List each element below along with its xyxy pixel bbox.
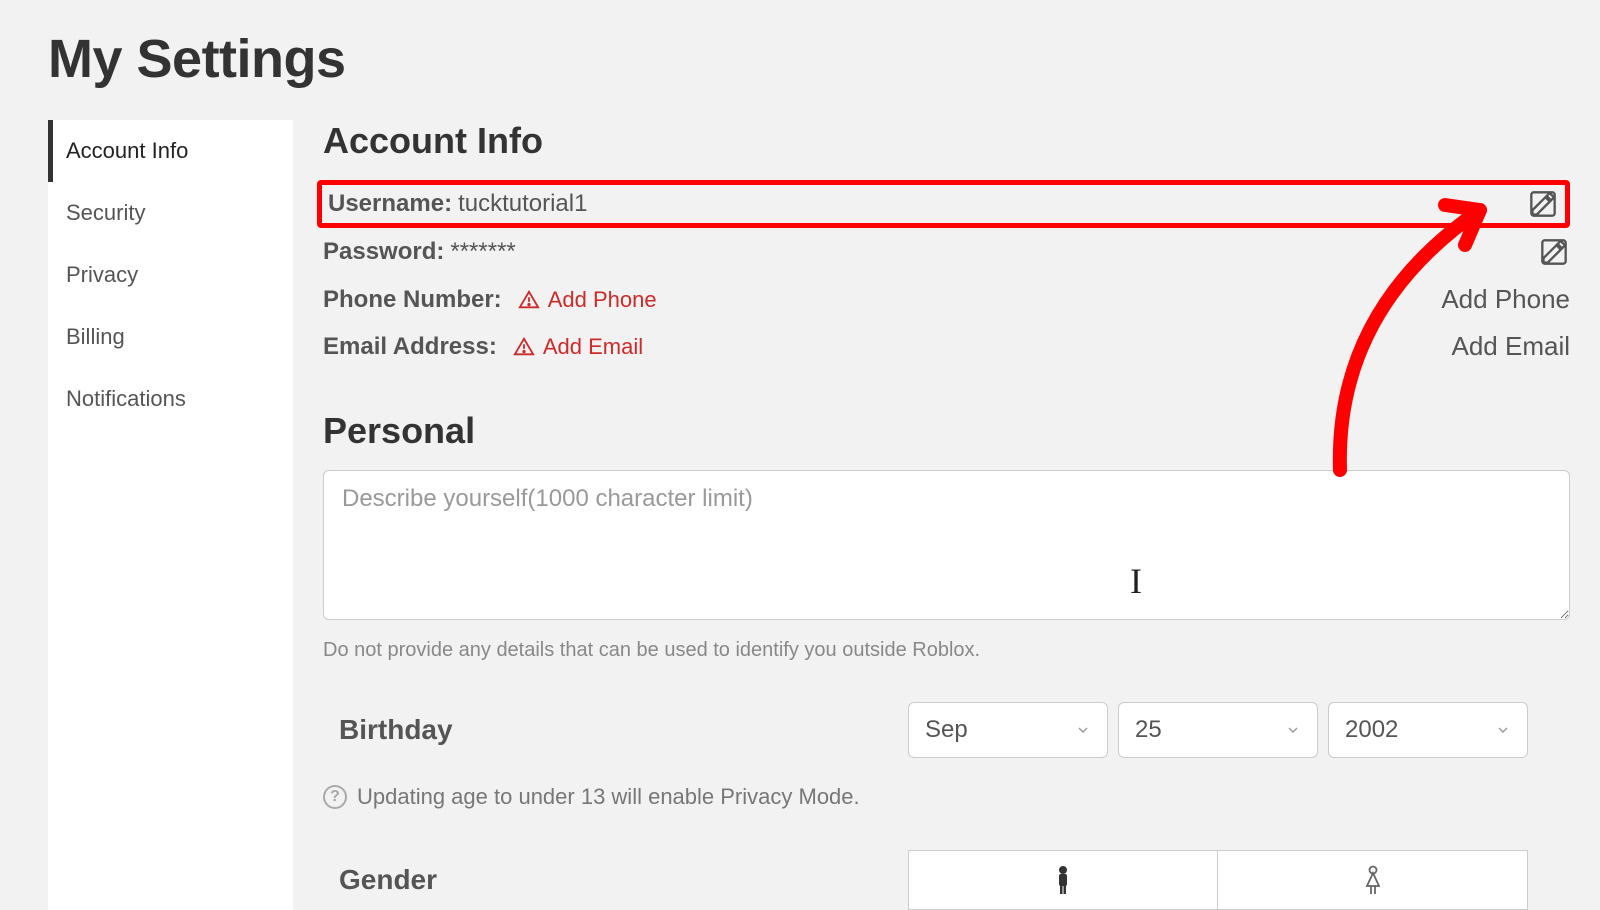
email-label: Email Address:: [323, 333, 497, 361]
birthday-label: Birthday: [323, 714, 908, 746]
birthday-day-value: 25: [1135, 716, 1162, 744]
chevron-down-icon: [1075, 722, 1091, 738]
age-hint-text: Updating age to under 13 will enable Pri…: [357, 784, 860, 810]
edit-username-button[interactable]: [1527, 188, 1559, 220]
phone-row: Phone Number: Add Phone Add Phone: [323, 276, 1570, 323]
help-icon[interactable]: ?: [323, 785, 347, 809]
warning-icon: [518, 289, 540, 311]
settings-sidebar: Account Info Security Privacy Billing No…: [48, 120, 293, 910]
gender-female-button[interactable]: [1218, 850, 1528, 910]
password-label: Password:: [323, 238, 444, 266]
edit-password-button[interactable]: [1538, 236, 1570, 268]
account-info-heading: Account Info: [323, 120, 1570, 162]
username-label: Username:: [328, 190, 452, 218]
add-phone-inline-link[interactable]: Add Phone: [548, 287, 657, 313]
gender-male-button[interactable]: [908, 850, 1218, 910]
username-row: Username: tucktutorial1: [317, 180, 1570, 228]
gender-row: Gender: [323, 850, 1570, 910]
sidebar-item-security[interactable]: Security: [48, 182, 293, 244]
edit-icon: [1538, 236, 1570, 268]
email-row: Email Address: Add Email Add Email: [323, 323, 1570, 370]
sidebar-item-billing[interactable]: Billing: [48, 306, 293, 368]
warning-icon: [513, 336, 535, 358]
birthday-year-value: 2002: [1345, 716, 1398, 744]
age-hint-row: ? Updating age to under 13 will enable P…: [323, 784, 1570, 810]
main-content: Account Info Username: tucktutorial1 Pas…: [323, 120, 1600, 910]
chevron-down-icon: [1495, 722, 1511, 738]
phone-label: Phone Number:: [323, 286, 502, 314]
content-layout: Account Info Security Privacy Billing No…: [0, 90, 1600, 910]
gender-label: Gender: [323, 864, 908, 896]
birthday-row: Birthday Sep 25 2002: [323, 702, 1570, 758]
password-value: *******: [450, 238, 515, 266]
sidebar-item-notifications[interactable]: Notifications: [48, 368, 293, 430]
password-row: Password: *******: [323, 228, 1570, 276]
sidebar-item-account-info[interactable]: Account Info: [48, 120, 293, 182]
add-email-action[interactable]: Add Email: [1452, 331, 1571, 362]
personal-heading: Personal: [323, 410, 1570, 452]
add-email-inline-link[interactable]: Add Email: [543, 334, 643, 360]
male-icon: [1051, 865, 1075, 895]
username-value: tucktutorial1: [458, 190, 587, 218]
chevron-down-icon: [1285, 722, 1301, 738]
birthday-month-select[interactable]: Sep: [908, 702, 1108, 758]
edit-icon: [1527, 188, 1559, 220]
birthday-year-select[interactable]: 2002: [1328, 702, 1528, 758]
female-icon: [1360, 865, 1386, 895]
birthday-day-select[interactable]: 25: [1118, 702, 1318, 758]
page-title: My Settings: [0, 0, 1600, 90]
describe-hint: Do not provide any details that can be u…: [323, 639, 1570, 662]
describe-yourself-input[interactable]: [323, 470, 1570, 620]
add-phone-action[interactable]: Add Phone: [1441, 284, 1570, 315]
sidebar-item-privacy[interactable]: Privacy: [48, 244, 293, 306]
birthday-month-value: Sep: [925, 716, 968, 744]
